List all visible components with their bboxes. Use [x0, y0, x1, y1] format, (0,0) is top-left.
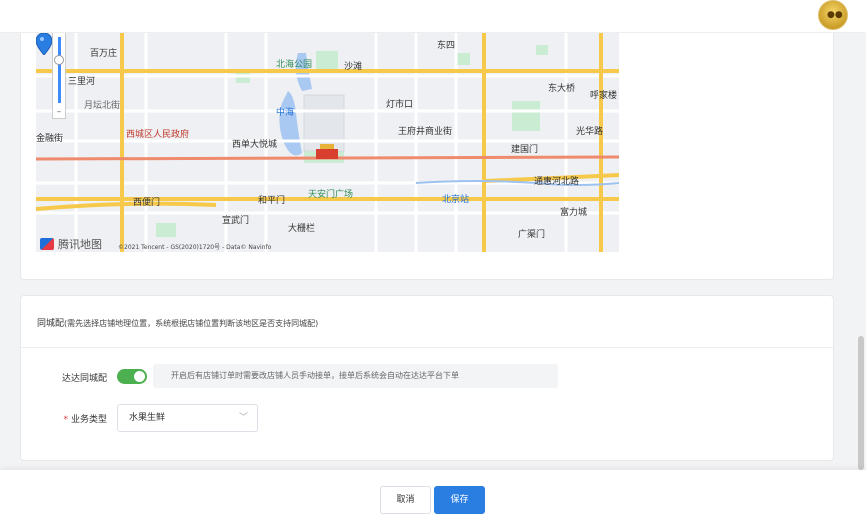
same-city-delivery-card: 同城配(需先选择店铺地理位置，系统根据店铺位置判断该地区是否支持同城配) 达达同… [20, 295, 834, 461]
required-mark: * [63, 415, 68, 425]
map-label: 呼家楼 [590, 91, 618, 101]
map-label: 通惠河北路 [534, 177, 580, 187]
page: ●● – 百万庄 北海公园 东四 沙滩 三里河 月坛北街 中海 灯市口 东大桥 … [0, 0, 866, 530]
map-label: 富力城 [560, 208, 588, 218]
map-label: 百万庄 [90, 49, 118, 59]
tencent-map-logo-icon [40, 238, 54, 250]
footer-actions: 取消 保存 [0, 470, 866, 530]
biz-type-label-text: 业务类型 [70, 415, 107, 425]
map-copyright: ©2021 Tencent - GS(2020)1720号 - Data© Na… [118, 244, 272, 251]
zoom-slider-handle[interactable] [54, 55, 64, 65]
toggle-knob [134, 371, 145, 382]
avatar-icon: ●● [827, 10, 843, 20]
map-label: 广渠门 [518, 230, 546, 240]
map-label: 宣武门 [222, 216, 250, 226]
title-subtitle: (需先选择店铺地理位置，系统根据店铺位置判断该地区是否支持同城配) [64, 319, 319, 328]
map-label: 东四 [437, 41, 456, 51]
map-label: 大栅栏 [288, 224, 316, 234]
map-label: 北京站 [442, 195, 470, 205]
card-title: 同城配(需先选择店铺地理位置，系统根据店铺位置判断该地区是否支持同城配) [37, 316, 318, 329]
biz-type-select[interactable]: 水果生鲜 ﹀ [117, 404, 258, 432]
store-location-map[interactable]: – 百万庄 北海公园 东四 沙滩 三里河 月坛北街 中海 灯市口 东大桥 呼家楼… [36, 33, 619, 252]
map-label: 西单大悦城 [232, 140, 278, 150]
map-label: 灯市口 [386, 100, 414, 110]
location-pin-icon[interactable] [36, 33, 52, 55]
map-label: 天安门广场 [308, 190, 354, 200]
card-header: 同城配(需先选择店铺地理位置，系统根据店铺位置判断该地区是否支持同城配) [21, 296, 833, 348]
map-label: 光华路 [576, 127, 604, 137]
biz-type-value: 水果生鲜 [129, 413, 166, 423]
map-brand-text: 腾讯地图 [58, 238, 102, 251]
dada-toggle[interactable] [117, 369, 147, 384]
map-label: 西城区人民政府 [126, 130, 190, 140]
top-bar: ●● [0, 0, 866, 33]
cancel-button[interactable]: 取消 [380, 486, 431, 514]
chevron-down-icon: ﹀ [238, 413, 248, 423]
map-zoom-control[interactable]: – [52, 33, 66, 119]
title-text: 同城配 [37, 319, 65, 329]
biz-type-label: * 业务类型 [39, 412, 107, 425]
zoom-track [58, 37, 61, 103]
map-label: 沙滩 [344, 62, 363, 72]
dada-hint: 开启后有店铺订单时需要改店铺人员手动接单，接单后系统会自动在达达平台下单 [153, 364, 558, 388]
map-label: 和平门 [258, 196, 286, 206]
map-brand: 腾讯地图 [40, 236, 102, 252]
dada-label: 达达同城配 [61, 374, 107, 384]
scrollbar[interactable] [858, 336, 864, 470]
map-label: 金融街 [36, 134, 64, 144]
map-label: 中海 [276, 108, 295, 118]
map-label: 建国门 [511, 145, 539, 155]
map-label: 北海公园 [276, 60, 313, 70]
map-label: 月坛北街 [84, 101, 121, 111]
save-button[interactable]: 保存 [434, 486, 485, 514]
map-label: 三里河 [68, 77, 96, 87]
user-avatar[interactable]: ●● [818, 0, 848, 30]
map-label: 王府井商业街 [398, 127, 453, 137]
map-label: 西便门 [133, 198, 161, 208]
zoom-out-button[interactable]: – [53, 106, 65, 118]
map-label: 东大桥 [548, 84, 576, 94]
